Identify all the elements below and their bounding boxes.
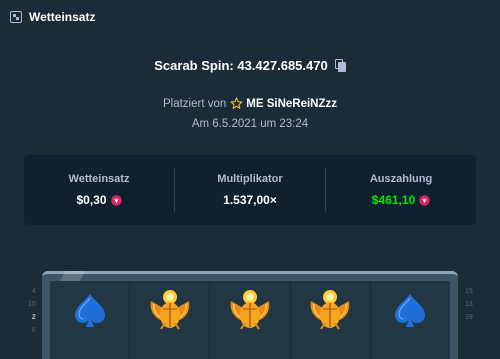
- modal-header: Wetteinsatz: [0, 0, 500, 34]
- currency-icon: [110, 194, 122, 206]
- slot-reels: [50, 281, 450, 359]
- modal-title: Wetteinsatz: [29, 10, 96, 24]
- reel-column: [291, 281, 371, 359]
- bet-title-row: Scarab Spin: 43.427.685.470: [0, 58, 500, 73]
- currency-icon: [419, 194, 430, 206]
- bet-date: Am 6.5.2021 um 23:24: [191, 118, 309, 130]
- scarab-icon: [150, 290, 190, 330]
- payline-number: 10: [28, 301, 36, 308]
- stat-multiplier: Multiplikator 1.537,00×: [175, 173, 325, 207]
- payline-number: 19: [465, 314, 473, 321]
- placed-by-row: Platziert von ME SiNeReiNZzz: [0, 97, 500, 110]
- stat-wager: Wetteinsatz $0,30: [24, 173, 174, 207]
- payline-number: 6: [31, 327, 36, 334]
- multiplier-label: Multiplikator: [217, 173, 283, 185]
- scarab-icon: [310, 290, 350, 330]
- spade-icon: [74, 294, 105, 327]
- payline-number: 2: [31, 314, 36, 321]
- bet-id: Scarab Spin: 43.427.685.470: [154, 58, 328, 73]
- reel-column: [130, 281, 211, 359]
- reel-column: [210, 281, 291, 359]
- spade-icon: [395, 294, 426, 327]
- stat-payout: Auszahlung $461,10: [326, 173, 476, 207]
- payout-label: Auszahlung: [369, 173, 433, 185]
- payline-numbers-left: 4 10 2 6: [28, 288, 36, 334]
- wager-label: Wetteinsatz: [68, 173, 130, 185]
- payline-numbers-right: 15 13 19: [465, 288, 473, 321]
- dice-icon: [10, 11, 22, 23]
- stats-panel: Wetteinsatz $0,30 Multiplikator 1.537,00…: [24, 155, 476, 225]
- user-link[interactable]: ME SiNeReiNZzz: [246, 98, 337, 110]
- scarab-icon: [230, 290, 270, 330]
- payout-amount: $461,10: [371, 193, 416, 207]
- wager-value: $0,30: [76, 193, 122, 207]
- reel-column: [50, 281, 131, 359]
- wager-amount: $0,30: [76, 193, 107, 207]
- star-icon: [230, 97, 243, 109]
- reel-column: [371, 281, 450, 359]
- payline-number: 4: [31, 288, 36, 295]
- placed-by-label: Platziert von: [162, 97, 227, 110]
- payline-number: 15: [465, 288, 473, 295]
- payout-value: $461,10: [372, 193, 430, 207]
- copy-icon[interactable]: [334, 59, 346, 72]
- payline-number: 13: [465, 301, 473, 308]
- multiplier-value: 1.537,00×: [223, 193, 277, 207]
